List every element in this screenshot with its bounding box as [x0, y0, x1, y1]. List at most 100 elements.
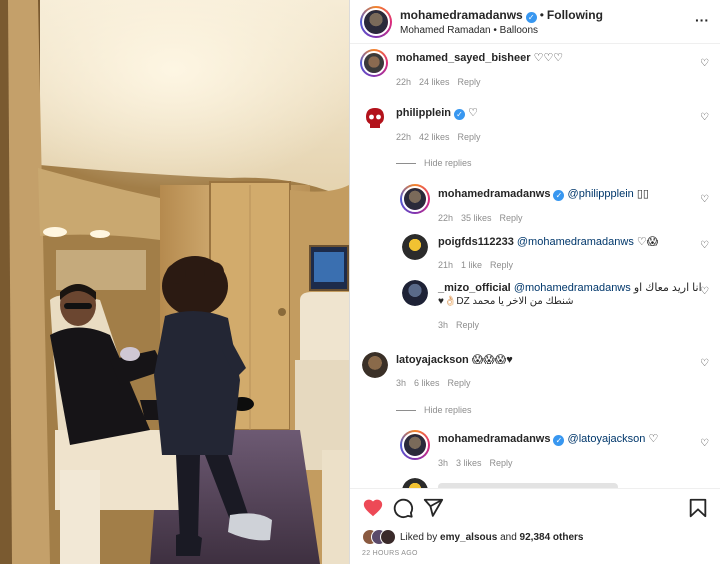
commenter-avatar[interactable]: [362, 352, 388, 378]
comment-meta: 3h 6 likes Reply: [396, 378, 479, 388]
comment-meta: 21h 1 like Reply: [438, 260, 521, 270]
comment-meta: 3h Reply: [438, 320, 487, 330]
commenter-username[interactable]: poigfds112233: [438, 236, 514, 248]
reply-button[interactable]: Reply: [490, 458, 513, 468]
commenter-avatar[interactable]: [400, 430, 430, 460]
comment-meta: 22h 24 likes Reply: [396, 77, 489, 87]
verified-badge-icon: ✓: [553, 435, 565, 446]
following-button[interactable]: Following: [547, 8, 603, 22]
jet-cabin-photo: [0, 0, 349, 564]
comment-time: 3h: [396, 378, 407, 388]
divider-line: [396, 410, 416, 412]
comment-time: 21h: [438, 260, 454, 270]
liked-by-prefix: Liked by: [400, 532, 438, 543]
commenter-username[interactable]: latoyajackson: [396, 354, 469, 366]
comment-like-icon[interactable]: ♡: [700, 112, 709, 123]
verified-badge-icon: ✓: [553, 190, 565, 201]
comment-likes[interactable]: 6 likes: [414, 378, 440, 388]
comment-time: 3h: [438, 320, 449, 330]
divider-line: [396, 163, 416, 165]
liked-by-and: and: [500, 532, 517, 543]
commenter-avatar[interactable]: [400, 184, 430, 214]
post-actions: Liked by emy_alsous and 92,384 others 22…: [350, 488, 720, 564]
comment-text: _mizo_official @mohamedramadanws انا اري…: [438, 281, 702, 295]
hide-replies-button[interactable]: Hide replies: [396, 158, 472, 168]
comment-meta: 22h 35 likes Reply: [438, 213, 531, 223]
liker-avatar: [380, 529, 396, 545]
verified-badge-icon: ✓: [525, 12, 537, 23]
liked-by-avatars[interactable]: [362, 529, 396, 545]
comment-time: 22h: [438, 213, 454, 223]
header-separator: •: [539, 8, 544, 22]
comment-like-icon[interactable]: ♡: [700, 240, 709, 251]
commenter-avatar[interactable]: [362, 105, 388, 131]
comment-body-line-1: انا اريد معاك او: [633, 282, 702, 294]
comment-like-icon[interactable]: ♡: [700, 286, 709, 297]
mention-link[interactable]: @mohamedramadanws: [514, 282, 631, 294]
comment-body: ♡😱: [636, 236, 659, 248]
mention-link[interactable]: @mohamedramadanws: [517, 236, 634, 248]
hide-replies-button[interactable]: Hide replies: [396, 405, 472, 415]
comment-body: ▯▯: [636, 188, 649, 200]
commenter-avatar[interactable]: [360, 49, 388, 77]
author-avatar[interactable]: [360, 6, 392, 38]
comment-body: ♡♡♡: [533, 52, 564, 64]
commenter-username[interactable]: philipplein: [396, 107, 451, 119]
comment-text: philipplein ✓ ♡: [396, 106, 478, 120]
commenter-username[interactable]: mohamed_sayed_bisheer: [396, 52, 531, 64]
share-icon[interactable]: [422, 497, 444, 519]
skull-logo-icon: [366, 108, 384, 128]
liked-by-username[interactable]: emy_alsous: [440, 532, 497, 543]
reply-button[interactable]: Reply: [458, 132, 481, 142]
comment-text: poigfds112233 @mohamedramadanws ♡😱: [438, 235, 658, 249]
reply-button[interactable]: Reply: [448, 378, 471, 388]
commenter-username[interactable]: _mizo_official: [438, 282, 511, 294]
comment-text: mohamed_sayed_bisheer ♡♡♡: [396, 51, 563, 65]
comment-text: mohamedramadanws ✓ @latoyajackson ♡: [438, 432, 658, 446]
comment-likes[interactable]: 35 likes: [461, 213, 492, 223]
mention-link[interactable]: @philippplein: [568, 188, 634, 200]
comment-like-icon[interactable]: ♡: [700, 194, 709, 205]
post-header: mohamedramadanws ✓ • Following Mohamed Rama…: [350, 0, 720, 44]
post-photo[interactable]: [0, 0, 349, 564]
comment-like-icon[interactable]: ♡: [700, 438, 709, 449]
commenter-avatar[interactable]: [402, 478, 428, 488]
mention-link[interactable]: @latoyajackson: [568, 433, 646, 445]
verified-badge-icon: ✓: [454, 109, 465, 120]
comment-likes[interactable]: 42 likes: [419, 132, 450, 142]
reply-button[interactable]: Reply: [490, 260, 513, 270]
liked-by-text: Liked by emy_alsous and 92,384 others: [400, 532, 583, 543]
bookmark-icon[interactable]: [687, 497, 709, 519]
comment-time: 22h: [396, 132, 412, 142]
more-options-icon[interactable]: ···: [695, 12, 709, 28]
commenter-avatar[interactable]: [402, 234, 428, 260]
post-timestamp[interactable]: 22 HOURS AGO: [362, 550, 418, 557]
comment-likes[interactable]: 24 likes: [419, 77, 450, 87]
comment-likes[interactable]: 3 likes: [456, 458, 482, 468]
comment-like-icon[interactable]: ♡: [700, 358, 709, 369]
comments-list[interactable]: mohamed_sayed_bisheer ♡♡♡ 22h 24 likes Rep…: [350, 44, 720, 488]
header-subtitle[interactable]: Mohamed Ramadan • Balloons: [400, 25, 538, 36]
reply-button[interactable]: Reply: [458, 77, 481, 87]
liked-by-others[interactable]: 92,384 others: [520, 532, 584, 543]
hide-replies-label: Hide replies: [424, 405, 472, 415]
reply-button[interactable]: Reply: [500, 213, 523, 223]
comment-time: 22h: [396, 77, 412, 87]
comment-likes[interactable]: 1 like: [461, 260, 482, 270]
hide-replies-label: Hide replies: [424, 158, 472, 168]
commenter-username[interactable]: mohamedramadanws: [438, 188, 550, 200]
heart-filled-icon[interactable]: [362, 497, 384, 519]
comment-text: mohamedramadanws ✓ @philippplein ▯▯: [438, 187, 649, 201]
post-viewer: mohamedramadanws ✓ • Following Mohamed Rama…: [0, 0, 720, 564]
commenter-avatar[interactable]: [402, 280, 428, 306]
comment-like-icon[interactable]: ♡: [700, 58, 709, 69]
author-username[interactable]: mohamedramadanws: [400, 8, 523, 22]
comment-body: ♡: [468, 107, 478, 119]
header-line-1: mohamedramadanws ✓ • Following: [400, 8, 603, 23]
comment-icon[interactable]: [392, 497, 414, 519]
comment-body: ♡: [648, 433, 659, 445]
comment-text: latoyajackson 😱😱😱♥: [396, 353, 513, 367]
commenter-username[interactable]: mohamedramadanws: [438, 433, 550, 445]
comment-body-line-2: شنطك من الاخر يا محمد DZ👌🏻♥: [438, 296, 574, 307]
reply-button[interactable]: Reply: [456, 320, 479, 330]
